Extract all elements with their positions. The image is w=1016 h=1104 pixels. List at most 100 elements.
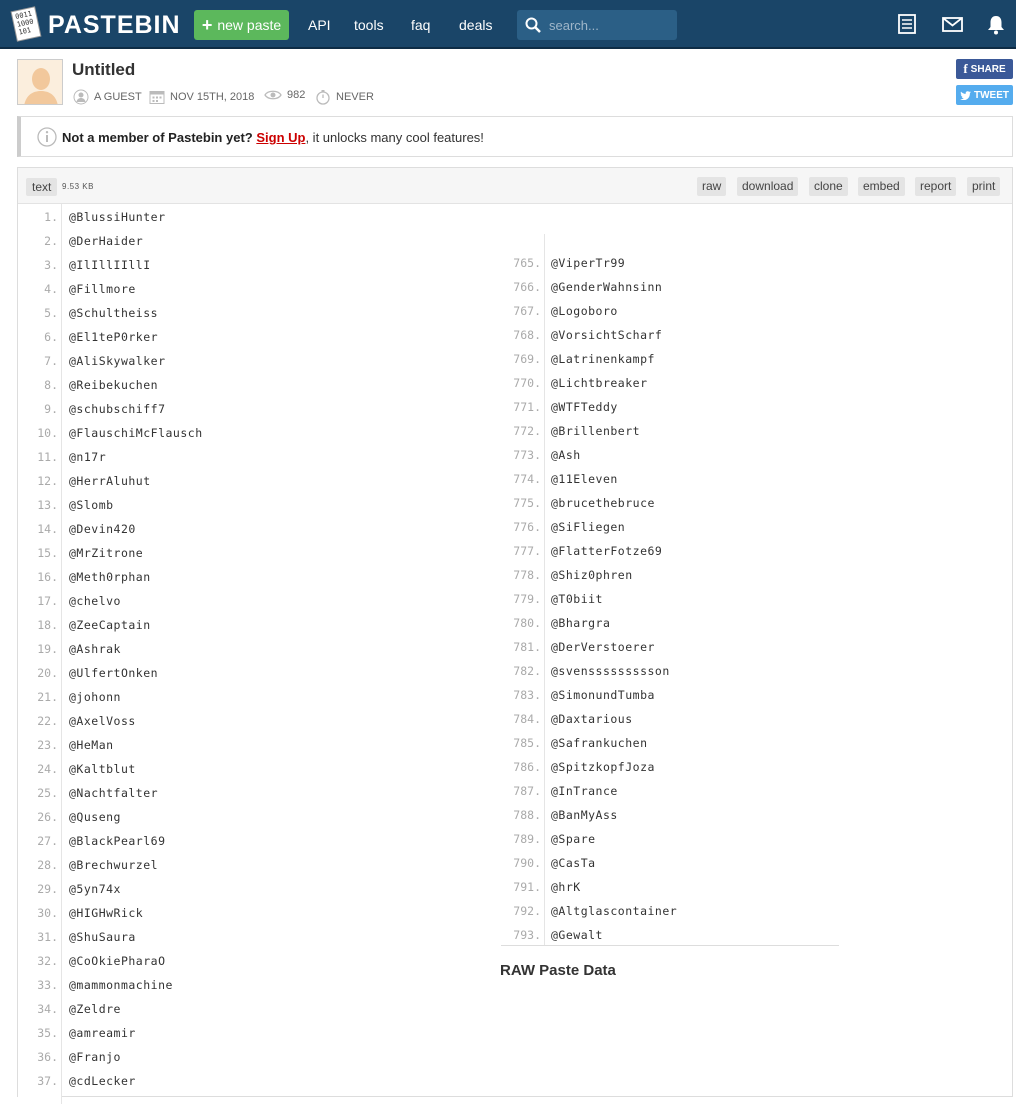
paste-expiration: NEVER (315, 89, 374, 105)
brand-name[interactable]: PASTEBIN (48, 11, 181, 40)
line-text: @VorsichtScharf (551, 328, 663, 342)
line-number: 779. (513, 592, 541, 606)
line-number: 36. (37, 1050, 58, 1064)
code-line: 30. @HIGHwRick (18, 900, 498, 924)
views-count: 982 (287, 89, 306, 101)
line-text: @FlatterFotze69 (551, 544, 663, 558)
line-number: 25. (37, 786, 58, 800)
code-line: 15. @MrZitrone (18, 540, 498, 564)
code-line: 19. @Ashrak (18, 636, 498, 660)
line-text: @amreamir (69, 1026, 136, 1040)
line-text: @brucethebruce (551, 496, 655, 510)
line-text: @Devin420 (69, 522, 136, 536)
twitter-tweet-button[interactable]: TWEET (956, 85, 1013, 105)
code-line: 18. @ZeeCaptain (18, 612, 498, 636)
code-line: 776. @SiFliegen (501, 520, 839, 544)
facebook-share-button[interactable]: f SHARE (956, 59, 1013, 79)
line-text: @Brechwurzel (69, 858, 159, 872)
paste-author: A GUEST (73, 89, 142, 105)
code-line: 791. @hrK (501, 880, 839, 904)
line-text: @HerrAluhut (69, 474, 151, 488)
line-number: 2. (44, 234, 58, 248)
code-line: 779. @T0biit (501, 592, 839, 616)
line-text: @Logoboro (551, 304, 618, 318)
line-text: @El1teP0rker (69, 330, 159, 344)
line-text: @Daxtarious (551, 712, 633, 726)
code-line: 20. @UlfertOnken (18, 660, 498, 684)
line-text: @Safrankuchen (551, 736, 648, 750)
raw-button[interactable]: raw (697, 177, 727, 196)
search-icon[interactable] (525, 17, 541, 33)
line-text: @11Eleven (551, 472, 618, 486)
line-text: @SiFliegen (551, 520, 626, 534)
line-number: 783. (513, 688, 541, 702)
line-text: @HIGHwRick (69, 906, 144, 920)
code-line: 16. @Meth0rphan (18, 564, 498, 588)
syntax-tag[interactable]: text (26, 178, 58, 196)
line-text: @Quseng (69, 810, 121, 824)
nav-link-deals[interactable]: deals (459, 17, 492, 33)
line-number: 26. (37, 810, 58, 824)
line-text: @hrK (551, 880, 581, 894)
code-line: 23. @HeMan (18, 732, 498, 756)
line-text: @Reibekuchen (69, 378, 159, 392)
line-text: @Ashrak (69, 642, 121, 656)
clone-button[interactable]: clone (809, 177, 848, 196)
line-text: @Spare (551, 832, 596, 846)
print-button[interactable]: print (967, 177, 1001, 196)
line-number: 9. (44, 402, 58, 416)
code-line: 772. @Brillenbert (501, 424, 839, 448)
code-line: 785. @Safrankuchen (501, 736, 839, 760)
line-text: @Franjo (69, 1050, 121, 1064)
search-input[interactable] (549, 16, 669, 34)
line-number: 785. (513, 736, 541, 750)
signup-link[interactable]: Sign Up (256, 130, 305, 145)
eye-icon (264, 90, 282, 100)
nav-link-faq[interactable]: faq (411, 17, 430, 33)
line-number: 4. (44, 282, 58, 296)
line-text: @chelvo (69, 594, 121, 608)
line-text: @Shiz0phren (551, 568, 633, 582)
code-line: 11. @n17r (18, 444, 498, 468)
paste-size: 9.53 KB (62, 182, 94, 191)
code-line: 769. @Latrinenkampf (501, 352, 839, 376)
line-text: @T0biit (551, 592, 603, 606)
stopwatch-icon (316, 90, 330, 105)
line-text: @mammonmachine (69, 978, 173, 992)
notifications-bell-icon[interactable] (987, 15, 1005, 35)
line-number: 792. (513, 904, 541, 918)
code-line: 26. @Quseng (18, 804, 498, 828)
messages-envelope-icon[interactable] (942, 17, 963, 32)
line-text: @DerHaider (69, 234, 144, 248)
line-number: 12. (37, 474, 58, 488)
line-text: @Schultheiss (69, 306, 159, 320)
line-number: 784. (513, 712, 541, 726)
code-line: 32. @CoOkiePharaO (18, 948, 498, 972)
line-number: 32. (37, 954, 58, 968)
line-number: 790. (513, 856, 541, 870)
embed-button[interactable]: embed (858, 177, 905, 196)
download-button[interactable]: download (737, 177, 799, 196)
calendar-icon (149, 91, 165, 104)
embedded-code-fragment: 765. @ViperTr99 766. @GenderWahnsinn 767. @Lo… (501, 234, 839, 946)
line-text: @SimonundTumba (551, 688, 655, 702)
code-line: 786. @SpitzkopfJoza (501, 760, 839, 784)
pastebin-logo-icon[interactable]: 0011 1000 101 (10, 5, 42, 43)
nav-link-tools[interactable]: tools (354, 17, 384, 33)
report-button[interactable]: report (915, 177, 957, 196)
line-number: 786. (513, 760, 541, 774)
new-paste-button[interactable]: + new paste (194, 10, 289, 40)
line-number: 23. (37, 738, 58, 752)
line-text: @ZeeCaptain (69, 618, 151, 632)
nav-link-api[interactable]: API (308, 17, 331, 33)
code-line: 765. @ViperTr99 (501, 256, 839, 280)
line-number: 769. (513, 352, 541, 366)
line-number: 787. (513, 784, 541, 798)
author-name[interactable]: A GUEST (94, 91, 142, 103)
line-number: 766. (513, 280, 541, 294)
code-line: 22. @AxelVoss (18, 708, 498, 732)
my-pastes-list-icon[interactable] (898, 14, 916, 34)
code-line: 781. @DerVerstoerer (501, 640, 839, 664)
code-line: 793. @Gewalt (501, 928, 839, 945)
author-avatar[interactable] (17, 59, 63, 105)
